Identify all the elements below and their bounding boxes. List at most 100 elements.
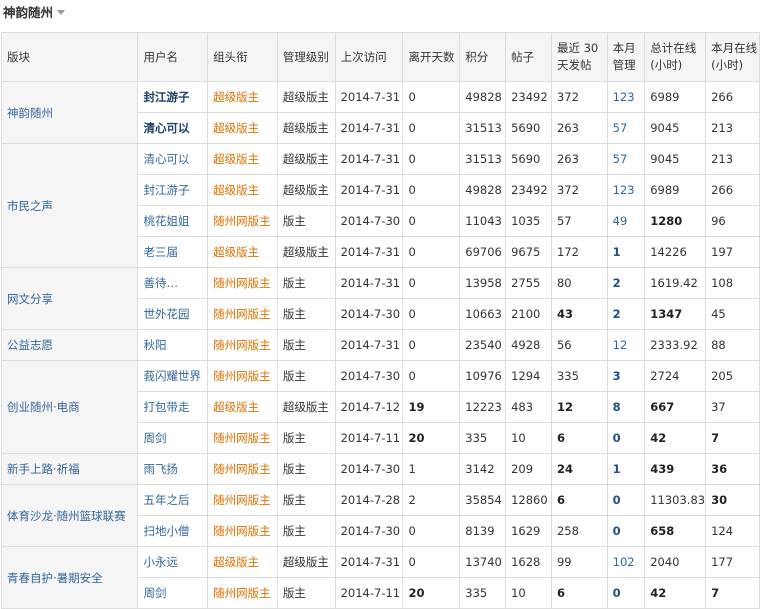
page-title: 神韵随州 xyxy=(3,4,54,20)
group-title[interactable]: 随州网版主 xyxy=(207,422,278,454)
admin-level: 版主 xyxy=(276,515,336,547)
group-title[interactable]: 随州网版主 xyxy=(207,577,278,609)
username-link[interactable]: 小永远 xyxy=(137,546,209,578)
group-title[interactable]: 随州网版主 xyxy=(207,205,278,237)
col-header[interactable]: 本月在线(小时) xyxy=(705,32,760,82)
month-manage[interactable]: 0 xyxy=(606,484,646,516)
month-manage[interactable]: 102 xyxy=(606,546,646,578)
col-header[interactable]: 本月管理 xyxy=(606,32,646,82)
group-title[interactable]: 超级版主 xyxy=(207,112,278,144)
group-title[interactable]: 超级版主 xyxy=(207,546,278,578)
col-header[interactable]: 上次访问 xyxy=(334,32,404,82)
month-manage[interactable]: 0 xyxy=(606,577,646,609)
col-header[interactable]: 积分 xyxy=(459,32,507,82)
group-title[interactable]: 随州网版主 xyxy=(207,267,278,299)
username-link[interactable]: 周剑 xyxy=(137,422,209,454)
last-visit: 2014-7-31 xyxy=(334,174,404,206)
recent-posts: 24 xyxy=(550,453,608,485)
block-link[interactable]: 体育沙龙·随州篮球联赛 xyxy=(0,484,139,547)
recent-posts: 80 xyxy=(550,267,608,299)
month-online: 30 xyxy=(705,484,760,516)
month-manage[interactable]: 0 xyxy=(606,515,646,547)
month-manage[interactable]: 57 xyxy=(606,112,646,144)
col-header[interactable]: 组头衔 xyxy=(207,32,278,82)
posts: 1629 xyxy=(505,515,552,547)
month-manage[interactable]: 8 xyxy=(606,391,646,423)
username-link[interactable]: 封江游子 xyxy=(137,174,209,206)
month-online: 45 xyxy=(705,298,760,330)
recent-posts: 258 xyxy=(550,515,608,547)
month-online: 96 xyxy=(705,205,760,237)
admin-level: 版主 xyxy=(276,205,336,237)
month-manage[interactable]: 3 xyxy=(606,360,646,392)
days-away: 0 xyxy=(402,546,461,578)
col-header[interactable]: 用户名 xyxy=(137,32,209,82)
month-manage[interactable]: 57 xyxy=(606,143,646,175)
month-online: 108 xyxy=(705,267,760,299)
group-title[interactable]: 超级版主 xyxy=(207,236,278,268)
username-link[interactable]: 封江游子 xyxy=(137,81,209,113)
group-title[interactable]: 随州网版主 xyxy=(207,484,278,516)
admin-level: 版主 xyxy=(276,360,336,392)
month-manage[interactable]: 2 xyxy=(606,298,646,330)
month-manage[interactable]: 12 xyxy=(606,329,646,361)
group-title[interactable]: 超级版主 xyxy=(207,143,278,175)
group-title[interactable]: 随州网版主 xyxy=(207,453,278,485)
username-link[interactable]: 雨飞扬 xyxy=(137,453,209,485)
group-title[interactable]: 随州网版主 xyxy=(207,360,278,392)
admin-level: 超级版主 xyxy=(276,391,336,423)
month-manage[interactable]: 49 xyxy=(606,205,646,237)
username-link[interactable]: 周剑 xyxy=(137,577,209,609)
username-link[interactable]: 桃花姐姐 xyxy=(137,205,209,237)
page-header[interactable]: 神韵随州 xyxy=(0,0,760,22)
block-link[interactable]: 神韵随州 xyxy=(0,81,139,144)
group-title[interactable]: 随州网版主 xyxy=(207,298,278,330)
username-link[interactable]: 世外花园 xyxy=(137,298,209,330)
last-visit: 2014-7-31 xyxy=(334,329,404,361)
username-link[interactable]: 打包带走 xyxy=(137,391,209,423)
month-online: 88 xyxy=(705,329,760,361)
points: 23540 xyxy=(459,329,507,361)
block-link[interactable]: 市民之声 xyxy=(0,143,139,268)
col-header[interactable]: 总计在线(小时) xyxy=(644,32,707,82)
group-title[interactable]: 随州网版主 xyxy=(207,329,278,361)
total-online: 11303.83 xyxy=(644,484,707,516)
block-link[interactable]: 青春自护·暑期安全 xyxy=(0,546,139,609)
username-link[interactable]: 清心可以 xyxy=(137,112,209,144)
username-link[interactable]: 清心可以 xyxy=(137,143,209,175)
month-manage[interactable]: 0 xyxy=(606,422,646,454)
col-header[interactable]: 最近 30 天发帖 xyxy=(550,32,608,82)
last-visit: 2014-7-30 xyxy=(334,298,404,330)
last-visit: 2014-7-31 xyxy=(334,267,404,299)
username-link[interactable]: 扫地小僧 xyxy=(137,515,209,547)
group-title[interactable]: 随州网版主 xyxy=(207,515,278,547)
col-header[interactable]: 管理级别 xyxy=(276,32,336,82)
block-link[interactable]: 公益志愿 xyxy=(0,329,139,361)
group-title[interactable]: 超级版主 xyxy=(207,81,278,113)
username-link[interactable]: 五年之后 xyxy=(137,484,209,516)
group-title[interactable]: 超级版主 xyxy=(207,174,278,206)
block-link[interactable]: 新手上路·祈福 xyxy=(0,453,139,485)
days-away: 19 xyxy=(402,391,461,423)
month-manage[interactable]: 1 xyxy=(606,236,646,268)
month-manage[interactable]: 123 xyxy=(606,81,646,113)
month-manage[interactable]: 123 xyxy=(606,174,646,206)
chevron-down-icon[interactable] xyxy=(57,9,66,15)
col-header[interactable]: 帖子 xyxy=(505,32,552,82)
month-manage[interactable]: 1 xyxy=(606,453,646,485)
block-link[interactable]: 创业随州·电商 xyxy=(0,360,139,454)
month-online: 197 xyxy=(705,236,760,268)
last-visit: 2014-7-31 xyxy=(334,112,404,144)
col-header[interactable]: 版块 xyxy=(0,32,139,82)
block-link[interactable]: 网文分享 xyxy=(0,267,139,330)
last-visit: 2014-7-12 xyxy=(334,391,404,423)
username-link[interactable]: 莪闪耀世界 xyxy=(137,360,209,392)
posts: 5690 xyxy=(505,112,552,144)
col-header[interactable]: 离开天数 xyxy=(402,32,461,82)
username-link[interactable]: 秋阳 xyxy=(137,329,209,361)
username-link[interactable]: 善待… xyxy=(137,267,209,299)
group-title[interactable]: 超级版主 xyxy=(207,391,278,423)
month-manage[interactable]: 2 xyxy=(606,267,646,299)
username-link[interactable]: 老三届 xyxy=(137,236,209,268)
table-row: 创业随州·电商 莪闪耀世界 随州网版主 版主 2014-7-30 0 10976 1294 33… xyxy=(0,360,760,454)
